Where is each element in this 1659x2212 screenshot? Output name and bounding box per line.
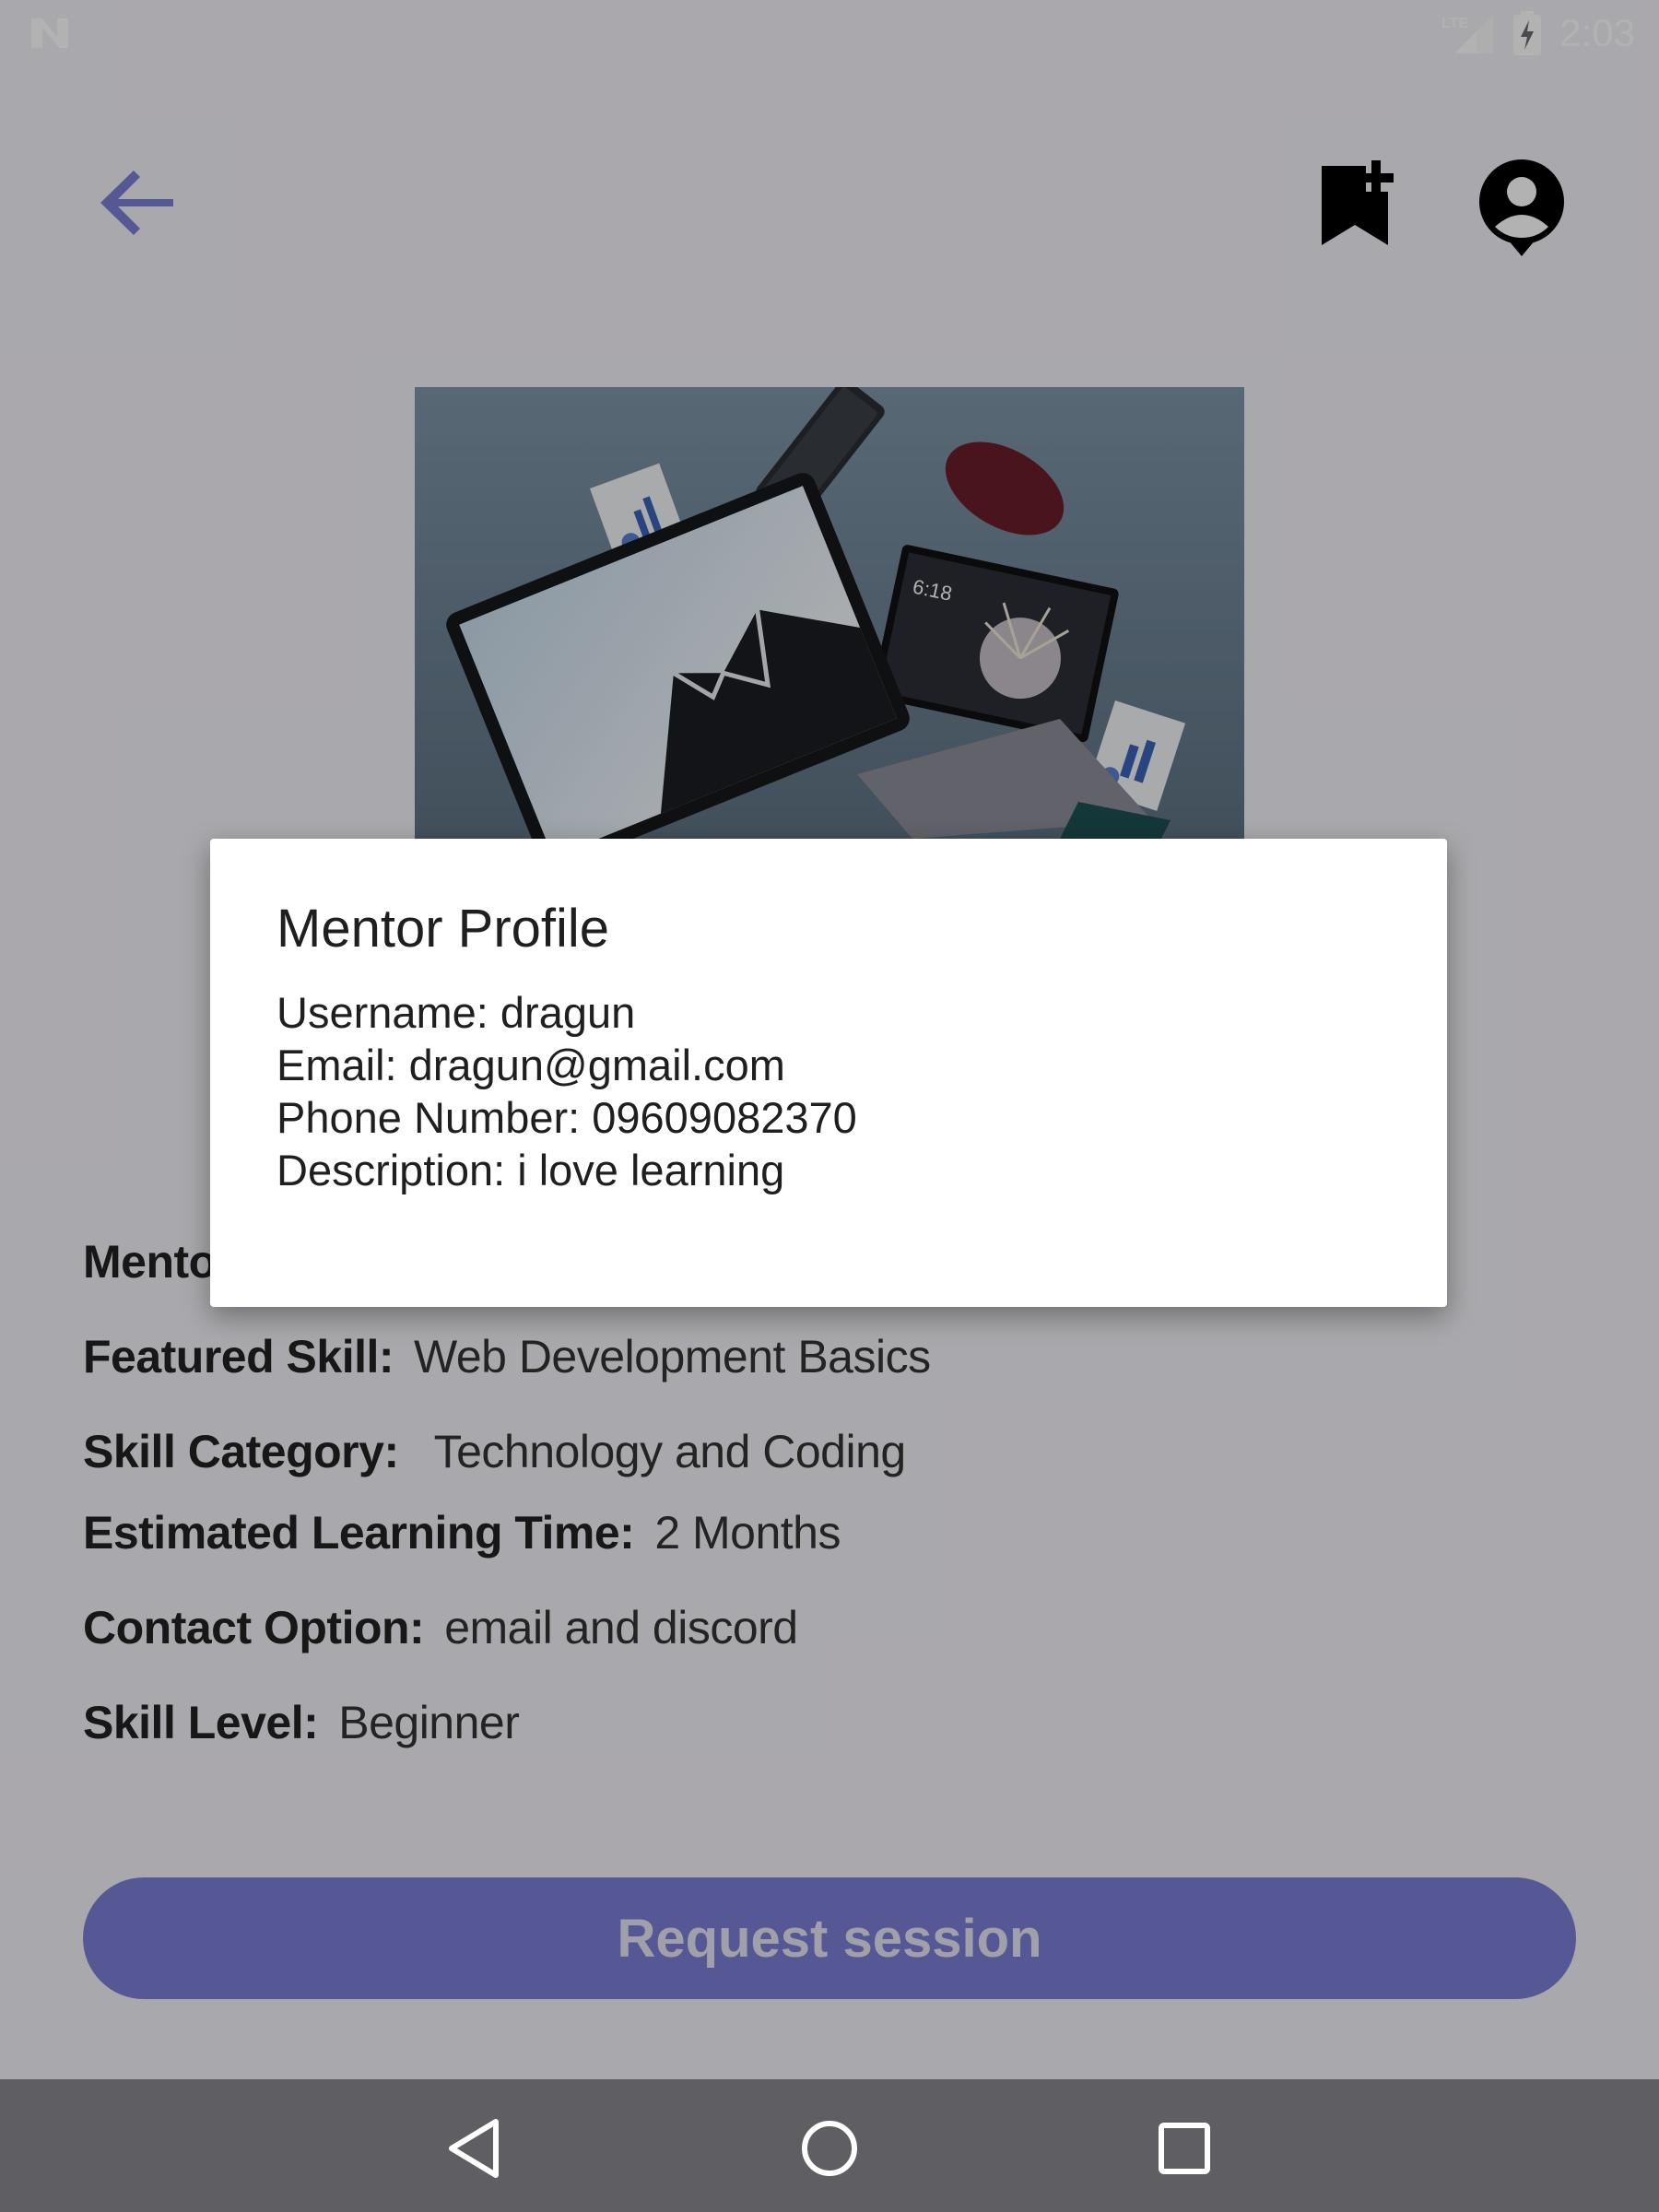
dialog-phone: Phone Number: 09609082370 (276, 1093, 857, 1142)
dialog-email: Email: dragun@gmail.com (276, 1041, 785, 1089)
dialog-body: Username: dragun Email: dragun@gmail.com… (276, 986, 857, 1196)
nav-home-icon[interactable] (794, 2116, 865, 2181)
mentor-profile-dialog: Mentor Profile Username: dragun Email: d… (210, 839, 1447, 1307)
dialog-username: Username: dragun (276, 988, 636, 1037)
nav-back-icon[interactable] (442, 2116, 507, 2181)
dialog-title: Mentor Profile (276, 899, 610, 959)
dialog-description: Description: i love learning (276, 1146, 785, 1194)
navigation-bar (0, 2079, 1659, 2212)
nav-recents-icon[interactable] (1152, 2116, 1217, 2181)
